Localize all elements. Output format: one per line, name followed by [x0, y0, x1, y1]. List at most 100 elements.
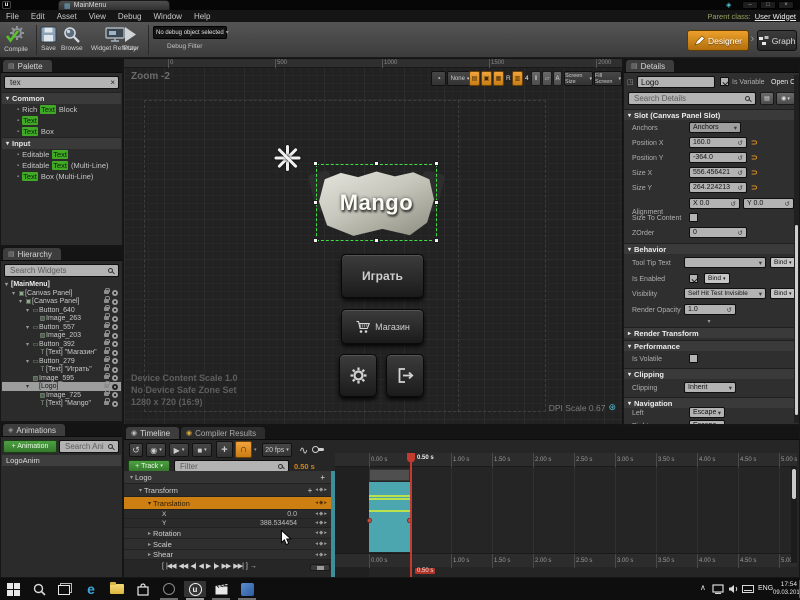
volume-icon[interactable] — [728, 584, 739, 594]
is-enabled-bind-button[interactable]: Bind▾ — [704, 273, 730, 284]
key-diamond-icon[interactable]: ◆ — [319, 520, 323, 526]
playhead[interactable] — [410, 453, 412, 577]
play-button[interactable]: Play — [122, 25, 138, 52]
parent-class-link[interactable]: User Widget — [755, 12, 796, 21]
keyframe-area[interactable] — [369, 482, 410, 552]
snap-toggle-2[interactable]: ▣ — [481, 71, 492, 86]
animations-search-input[interactable] — [63, 441, 106, 452]
track-filter-input[interactable] — [178, 461, 276, 472]
play-menu-button[interactable]: Играть — [341, 254, 424, 298]
palette-section-common[interactable]: ▾Common — [2, 92, 121, 104]
unreal-engine-taskbar-button[interactable]: u — [184, 581, 206, 597]
track-row-logo[interactable]: ▾Logo+ — [124, 471, 331, 484]
tab-compiler-results[interactable]: ◉Compiler Results — [181, 427, 265, 439]
visibility-bind-button[interactable]: Bind▾ — [770, 288, 796, 299]
visibility-eye-icon[interactable] — [112, 375, 118, 381]
key-diamond-icon[interactable]: ◆ — [319, 552, 323, 558]
track-row-x[interactable]: X0.0◂◆▸ — [124, 510, 331, 519]
is-enabled-checkbox[interactable] — [689, 274, 698, 283]
fill-screen-dropdown[interactable]: Fill Screen▾ — [594, 71, 622, 86]
palette-item[interactable]: ▪Editable Text (Multi-Line) — [2, 160, 121, 171]
localization-preview-button[interactable]: ◔ — [431, 71, 446, 86]
is-volatile-checkbox[interactable] — [689, 354, 698, 363]
expand-more-button[interactable]: ▾ — [624, 318, 794, 325]
resize-handle[interactable] — [313, 238, 318, 243]
keyframe-icon[interactable]: ⊃ — [751, 153, 758, 162]
keyframe-nav[interactable]: +◂◆▸ — [308, 486, 331, 495]
nav-left-dropdown[interactable]: Escape▾ — [689, 407, 725, 418]
transport-button[interactable]: |▶ — [213, 562, 218, 570]
menu-debug[interactable]: Debug — [112, 12, 148, 21]
key-diamond-icon[interactable]: ◆ — [319, 530, 323, 536]
designer-canvas[interactable]: 0500100015002000 Zoom -2 ◔ None▾ ▤ ▣ ▦ R… — [123, 58, 623, 425]
blue-app-button[interactable] — [236, 581, 258, 597]
section-performance[interactable]: ▾Performance — [624, 340, 794, 351]
reset-icon[interactable]: ↺ — [738, 184, 743, 192]
keyframe-record-button[interactable]: ◉▾ — [146, 443, 166, 457]
hierarchy-search-input[interactable] — [8, 265, 106, 276]
save-button[interactable]: Save — [40, 25, 57, 52]
transport-button[interactable]: ▶▶| — [233, 562, 243, 570]
compile-button[interactable]: Compile — [4, 25, 28, 53]
graph-scrollbar-thumb[interactable] — [792, 469, 796, 499]
add-key-button[interactable]: + — [308, 486, 313, 495]
visibility-eye-icon[interactable] — [112, 333, 118, 339]
lock-icon[interactable] — [104, 307, 109, 311]
screen-size-dropdown[interactable]: Screen Size▾ — [564, 71, 593, 86]
transport-button[interactable]: ] — [246, 563, 247, 570]
menu-edit[interactable]: Edit — [25, 12, 51, 21]
zoom-fit-button[interactable]: ‖ — [531, 71, 541, 86]
keyframe-nav[interactable]: ◂◆▸ — [315, 552, 331, 558]
keyframe-nav[interactable]: + — [320, 473, 331, 482]
snap-toggle-4[interactable]: ▥ — [512, 71, 523, 86]
chevron-icon[interactable]: ▾ — [137, 487, 144, 494]
anchors-dropdown[interactable]: Anchors▾ — [689, 122, 741, 133]
visibility-eye-icon[interactable] — [112, 307, 118, 313]
keyframe-nav[interactable]: ◂◆▸ — [315, 520, 331, 526]
visibility-eye-icon[interactable] — [112, 299, 118, 305]
snap-toggle-1[interactable]: ▤ — [469, 71, 480, 86]
graph-mode-button[interactable]: Graph — [757, 30, 797, 51]
visibility-eye-icon[interactable] — [112, 290, 118, 296]
chevron-icon[interactable]: ▸ — [146, 551, 153, 558]
reset-icon[interactable]: ↺ — [731, 200, 736, 208]
clear-search-icon[interactable]: × — [110, 78, 115, 87]
section-render-transform[interactable]: ▸Render Transform — [624, 327, 794, 338]
resize-handle[interactable] — [434, 238, 439, 243]
menu-file[interactable]: File — [0, 12, 25, 21]
palette-item[interactable]: ▪Text Box — [2, 126, 121, 137]
details-scrollbar[interactable] — [794, 75, 799, 423]
render-opacity-field[interactable]: 1.0↺ — [684, 304, 736, 315]
visibility-eye-icon[interactable] — [112, 316, 118, 322]
keyframe-icon[interactable]: ⊃ — [751, 138, 758, 147]
details-filter-button[interactable]: ▤ — [760, 92, 774, 105]
resize-handle[interactable] — [434, 200, 439, 205]
animations-search[interactable] — [59, 440, 119, 453]
transport-button[interactable]: ◀◀ — [179, 562, 188, 570]
dpi-settings-icon[interactable]: ⊛ — [608, 402, 616, 413]
position-x-field[interactable]: 160.0↺ — [689, 137, 747, 148]
section-behavior[interactable]: ▾Behavior — [624, 243, 794, 254]
key-diamond-icon[interactable]: ◆ — [319, 500, 323, 506]
timeline-play-button[interactable]: ▶▾ — [169, 443, 189, 457]
animation-list-item[interactable]: LogoAnim — [2, 455, 121, 466]
transport-button[interactable]: ▶ — [206, 562, 210, 570]
graph-scrollbar[interactable] — [791, 467, 797, 563]
minimize-button[interactable]: – — [742, 1, 758, 9]
reset-icon[interactable]: ↺ — [738, 139, 743, 147]
palette-search-input[interactable] — [8, 77, 108, 88]
tab-animations[interactable]: ◈Animations — [3, 424, 65, 436]
section-clipping[interactable]: ▾Clipping — [624, 368, 794, 379]
visibility-eye-icon[interactable] — [112, 367, 118, 373]
alignment-x-field[interactable]: X 0.0↺ — [689, 198, 740, 209]
preview-background-button[interactable]: ▱ — [542, 71, 552, 86]
details-search-input[interactable] — [632, 93, 743, 104]
zorder-field[interactable]: 0↺ — [689, 227, 747, 238]
track-row-y[interactable]: Y388.534454◂◆▸ — [124, 519, 331, 528]
timeline-reset-button[interactable]: ↺ — [129, 443, 143, 457]
key-diamond-icon[interactable]: ◆ — [319, 541, 323, 547]
track-row-scale[interactable]: ▸Scale◂◆▸ — [124, 539, 331, 550]
track-row-transform[interactable]: ▾Transform+◂◆▸ — [124, 484, 331, 497]
transport-button[interactable]: [ — [162, 563, 163, 570]
track-row-translation[interactable]: ▾Translation◂◆▸ — [124, 497, 331, 510]
